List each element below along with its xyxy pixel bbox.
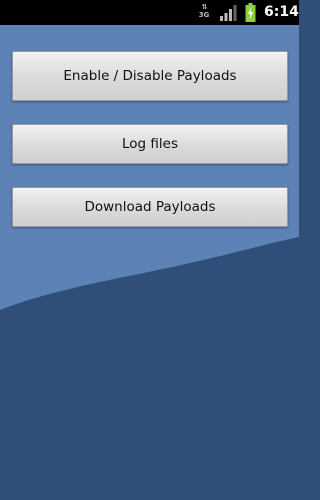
log-files-button[interactable]: Log files xyxy=(12,124,288,164)
download-payloads-label: Download Payloads xyxy=(84,199,216,215)
signal-strength-icon xyxy=(220,5,237,21)
network-3g-icon: ⇅ 3G xyxy=(198,3,210,19)
status-bar: ⇅ 3G 6:14 xyxy=(0,0,299,25)
network-type-label: 3G xyxy=(198,11,210,19)
log-files-label: Log files xyxy=(122,136,178,152)
clock: 6:14 xyxy=(264,4,299,20)
battery-charging-icon xyxy=(245,3,256,22)
enable-disable-payloads-label: Enable / Disable Payloads xyxy=(63,68,237,84)
download-payloads-button[interactable]: Download Payloads xyxy=(12,187,288,227)
enable-disable-payloads-button[interactable]: Enable / Disable Payloads xyxy=(12,51,288,101)
